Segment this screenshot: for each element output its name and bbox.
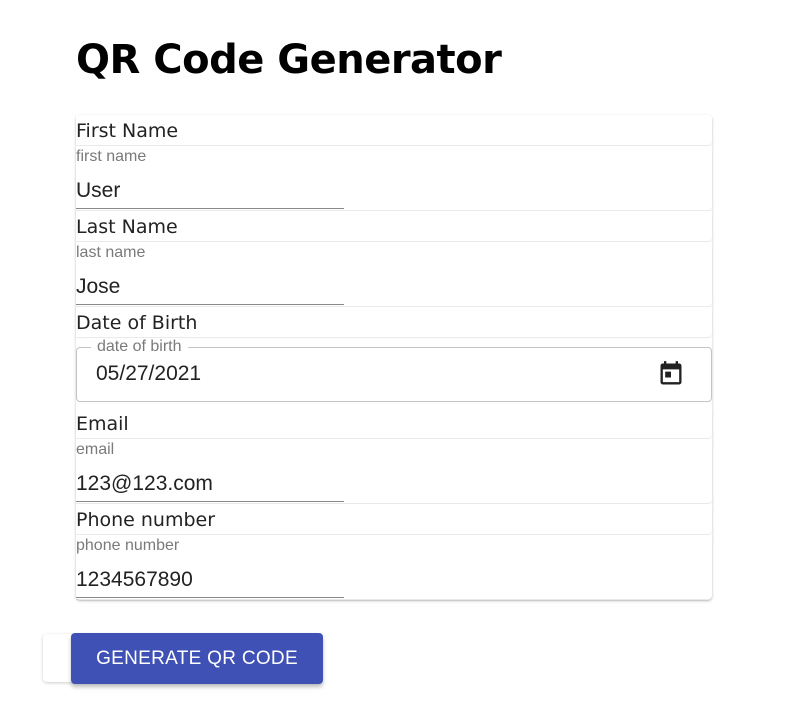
phone-section: Phone number [76, 504, 712, 534]
email-label: Email [76, 413, 129, 435]
last-name-caption: last name [76, 244, 146, 261]
page-title: QR Code Generator [76, 37, 502, 83]
email-field: email [76, 439, 712, 503]
phone-label: Phone number [76, 509, 216, 531]
generate-qr-code-button[interactable]: GENERATE QR CODE [71, 633, 323, 684]
email-caption: email [76, 441, 115, 458]
form-card: First Name first name Last Name last nam… [76, 115, 712, 600]
last-name-input[interactable] [76, 270, 344, 305]
dob-label: Date of Birth [76, 312, 198, 334]
calendar-icon[interactable] [657, 360, 685, 388]
dob-caption: date of birth [91, 338, 188, 356]
phone-input[interactable] [76, 563, 344, 598]
first-name-caption: first name [76, 148, 147, 165]
phone-field: phone number [76, 535, 712, 599]
last-name-label: Last Name [76, 216, 178, 238]
last-name-section: Last Name [76, 211, 712, 241]
first-name-input[interactable] [76, 174, 344, 209]
email-input[interactable] [76, 467, 344, 502]
last-name-field: last name [76, 242, 712, 306]
dob-value: 05/27/2021 [96, 362, 202, 385]
dob-section: Date of Birth [76, 307, 712, 337]
phone-caption: phone number [76, 537, 180, 554]
email-section: Email [76, 408, 712, 438]
dob-input[interactable]: date of birth 05/27/2021 [76, 338, 712, 402]
first-name-field: first name [76, 146, 712, 210]
first-name-label: First Name [76, 120, 179, 142]
first-name-section: First Name [76, 115, 712, 145]
